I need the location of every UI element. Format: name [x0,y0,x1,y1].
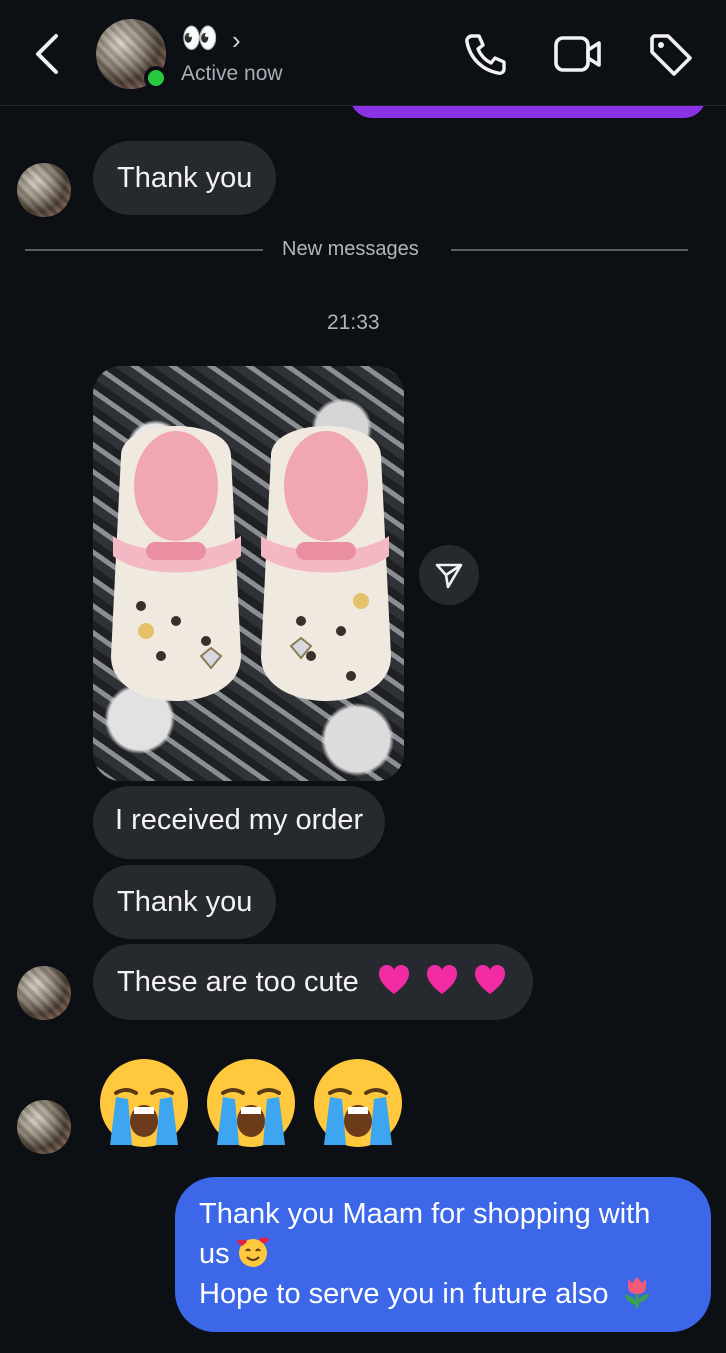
divider-line-left [25,249,263,251]
send-icon [435,563,463,589]
pink-heart-emoji [475,965,506,994]
sender-avatar[interactable] [17,966,71,1020]
loudly-crying-face-emoji [100,1059,188,1147]
loudly-crying-face-emoji [207,1059,295,1147]
tag-button[interactable] [646,30,694,78]
reply-line-3-text: Hope to serve you in future also [199,1278,609,1310]
chevron-right-icon[interactable]: › [232,25,241,56]
right-clog-image [261,426,391,701]
shoe-photo[interactable] [93,366,404,781]
message-bubble[interactable]: Thank you [93,141,277,215]
reply-line-3: Hope to serve you in future also [199,1274,687,1314]
pink-heart-emoji [378,965,409,994]
message-timestamp: 21:33 [327,311,380,334]
new-messages-divider: New messages [282,238,419,260]
reply-line-2-text: us [199,1238,230,1270]
back-button[interactable] [28,32,68,76]
message-bubble[interactable]: Thank you [93,865,277,939]
video-camera-icon [554,36,601,72]
sender-avatar[interactable] [17,1100,71,1154]
active-status: Active now [181,62,283,85]
online-indicator [144,66,168,90]
pink-heart-emoji [426,965,457,994]
divider-line-right [451,249,688,251]
reply-line-2: us [199,1234,687,1274]
phone-icon [465,34,506,75]
outgoing-message-bubble[interactable]: Thank you Maam for shopping with us Hope… [175,1177,711,1332]
message-bubble[interactable]: These are too cute [93,944,534,1020]
video-call-button[interactable] [552,30,601,78]
message-text: These are too cute [117,966,359,998]
contact-name[interactable]: 👀 [181,22,218,56]
loudly-crying-face-emoji [314,1059,402,1147]
call-button[interactable] [462,30,510,78]
reply-line-1: Thank you Maam for shopping with [199,1198,651,1230]
sender-avatar[interactable] [17,163,71,217]
tulip-emoji [625,1277,650,1308]
share-button[interactable] [419,545,479,605]
message-bubble[interactable]: I received my order [93,786,386,859]
smiling-face-with-hearts-emoji [237,1237,269,1267]
chat-header: 👀 › Active now [0,0,726,106]
left-clog-image [111,426,241,701]
tag-icon [650,34,692,76]
chevron-left-icon [36,34,58,74]
